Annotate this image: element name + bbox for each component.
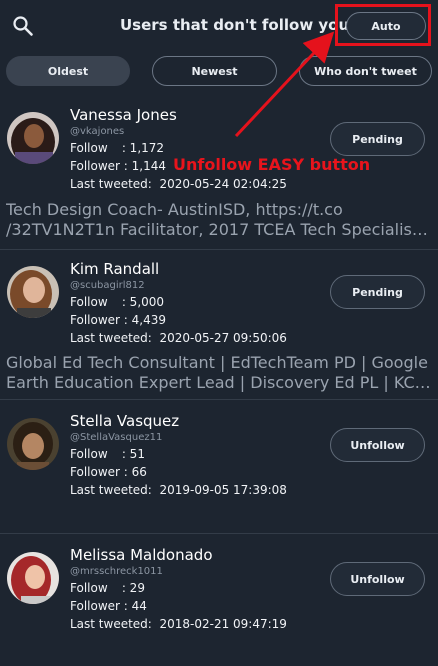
- last-tweeted: Last tweeted: 2018-02-21 09:47:19: [70, 617, 287, 631]
- divider: [0, 249, 438, 250]
- avatar: [7, 266, 59, 318]
- user-handle: @mrsschreck1011: [70, 566, 163, 577]
- filter-newest[interactable]: Newest: [152, 56, 277, 86]
- app-header: Users that don't follow you Auto: [0, 0, 438, 52]
- follower-count: Follower : 66: [70, 465, 147, 479]
- follower-count: Follower : 44: [70, 599, 147, 613]
- avatar: [7, 552, 59, 604]
- user-card[interactable]: Stella Vasquez @StellaVasquez11 Follow :…: [0, 406, 438, 526]
- user-bio: Tech Design Coach- AustinISD, https://t.…: [6, 200, 431, 239]
- avatar: [7, 112, 59, 164]
- last-tweeted: Last tweeted: 2019-09-05 17:39:08: [70, 483, 287, 497]
- follow-count: Follow : 29: [70, 581, 145, 595]
- user-name: Vanessa Jones: [70, 106, 177, 124]
- user-name: Kim Randall: [70, 260, 160, 278]
- follower-count: Follower : 1,144: [70, 159, 167, 173]
- auto-button[interactable]: Auto: [346, 12, 426, 40]
- user-card[interactable]: Vanessa Jones @vkajones Follow : 1,172 F…: [0, 100, 438, 248]
- divider: [0, 533, 438, 534]
- user-card[interactable]: Melissa Maldonado @mrsschreck1011 Follow…: [0, 540, 438, 660]
- user-bio: Global Ed Tech Consultant | EdTechTeam P…: [6, 353, 431, 392]
- pending-button[interactable]: Pending: [330, 275, 425, 309]
- last-tweeted: Last tweeted: 2020-05-27 09:50:06: [70, 331, 287, 345]
- user-card[interactable]: Kim Randall @scubagirl812 Follow : 5,000…: [0, 254, 438, 394]
- user-handle: @vkajones: [70, 126, 125, 137]
- divider: [0, 399, 438, 400]
- page-title: Users that don't follow you: [120, 16, 350, 34]
- filter-who-dont-tweet[interactable]: Who don't tweet: [299, 56, 432, 86]
- avatar: [7, 418, 59, 470]
- unfollow-button[interactable]: Unfollow: [330, 428, 425, 462]
- filter-bar: Oldest Newest Who don't tweet: [0, 55, 438, 89]
- follower-count: Follower : 4,439: [70, 313, 167, 327]
- follow-count: Follow : 51: [70, 447, 145, 461]
- pending-button[interactable]: Pending: [330, 122, 425, 156]
- user-handle: @scubagirl812: [70, 280, 145, 291]
- user-name: Stella Vasquez: [70, 412, 180, 430]
- filter-oldest[interactable]: Oldest: [6, 56, 130, 86]
- follow-count: Follow : 1,172: [70, 141, 165, 155]
- user-handle: @StellaVasquez11: [70, 432, 163, 443]
- search-icon[interactable]: [11, 14, 35, 38]
- follow-count: Follow : 5,000: [70, 295, 165, 309]
- annotation-label: Unfollow EASY button: [173, 155, 371, 174]
- last-tweeted: Last tweeted: 2020-05-24 02:04:25: [70, 177, 287, 191]
- user-name: Melissa Maldonado: [70, 546, 213, 564]
- unfollow-button[interactable]: Unfollow: [330, 562, 425, 596]
